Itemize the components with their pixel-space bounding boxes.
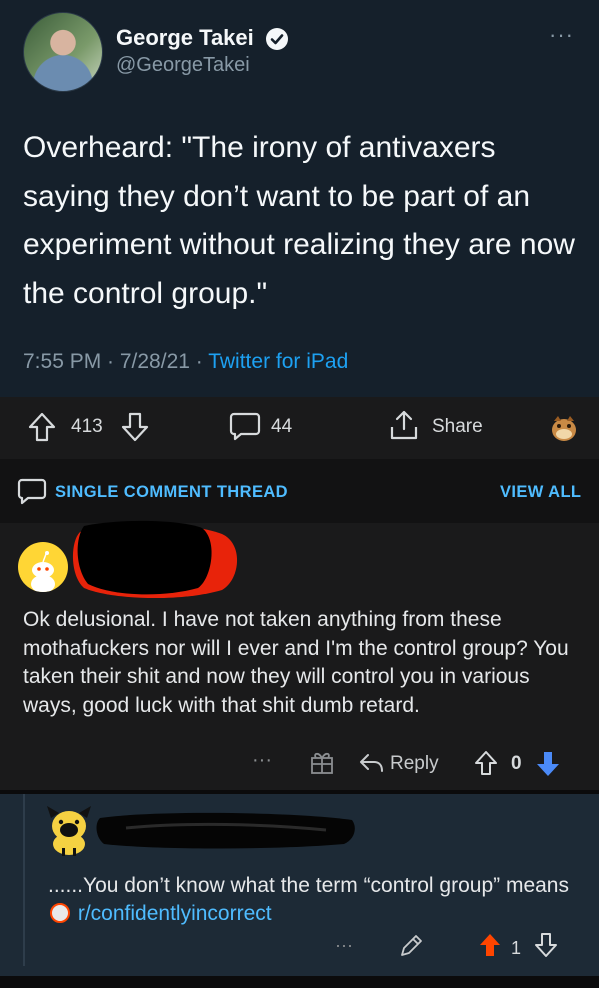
reply-text: ......You don’t know what the term “cont… <box>48 874 569 897</box>
thread-line[interactable] <box>23 794 25 966</box>
upvote-count: 413 <box>71 416 103 437</box>
more-options-icon[interactable]: ··· <box>335 935 353 956</box>
comment-score: 0 <box>511 753 522 774</box>
subreddit-icon <box>50 903 70 923</box>
reply-comment-text: ......You don’t know what the term “cont… <box>48 872 588 928</box>
reply-button[interactable]: Reply <box>390 753 439 775</box>
author-handle[interactable]: @GeorgeTakei <box>116 54 250 77</box>
gift-icon[interactable] <box>310 749 334 775</box>
subreddit-link[interactable]: r/confidentlyincorrect <box>78 902 272 925</box>
user-avatar[interactable] <box>550 413 578 443</box>
comment-text: Ok delusional. I have not taken anything… <box>23 608 569 717</box>
verified-icon <box>266 28 288 50</box>
user-avatar[interactable] <box>45 804 93 856</box>
bottom-edge <box>0 976 599 988</box>
upvote-icon[interactable] <box>474 750 498 776</box>
reply-icon[interactable] <box>358 752 384 774</box>
author-avatar[interactable] <box>23 12 103 92</box>
comment-icon[interactable] <box>229 411 261 441</box>
chat-bubble-icon <box>17 478 47 505</box>
view-all-button[interactable]: VIEW ALL <box>500 483 581 502</box>
comment-score: 1 <box>511 938 522 958</box>
pencil-icon[interactable] <box>398 933 424 959</box>
tweet-source-link[interactable]: Twitter for iPad <box>208 350 348 373</box>
share-icon[interactable] <box>388 409 420 441</box>
comment-count: 44 <box>271 416 293 437</box>
thread-title: SINGLE COMMENT THREAD <box>55 483 288 501</box>
author-name[interactable]: George Takei <box>116 25 254 51</box>
redacted-username <box>96 812 355 849</box>
downvote-icon[interactable] <box>534 932 558 958</box>
downvote-icon[interactable] <box>535 750 561 778</box>
more-options-icon[interactable]: ··· <box>549 22 574 48</box>
more-options-icon[interactable]: ··· <box>252 749 272 772</box>
tweet-meta: 7:55 PM · 7/28/21 · Twitter for iPad <box>23 350 348 374</box>
snoo-avatar[interactable] <box>18 542 68 592</box>
tweet-text: Overheard: "The irony of antivaxers sayi… <box>23 131 575 310</box>
tweet-timestamp: 7:55 PM · 7/28/21 · <box>23 350 209 373</box>
upvote-icon[interactable] <box>28 412 56 442</box>
share-button[interactable]: Share <box>432 416 483 438</box>
redacted-username <box>72 520 238 599</box>
upvote-icon[interactable] <box>478 932 502 958</box>
downvote-icon[interactable] <box>121 412 149 442</box>
